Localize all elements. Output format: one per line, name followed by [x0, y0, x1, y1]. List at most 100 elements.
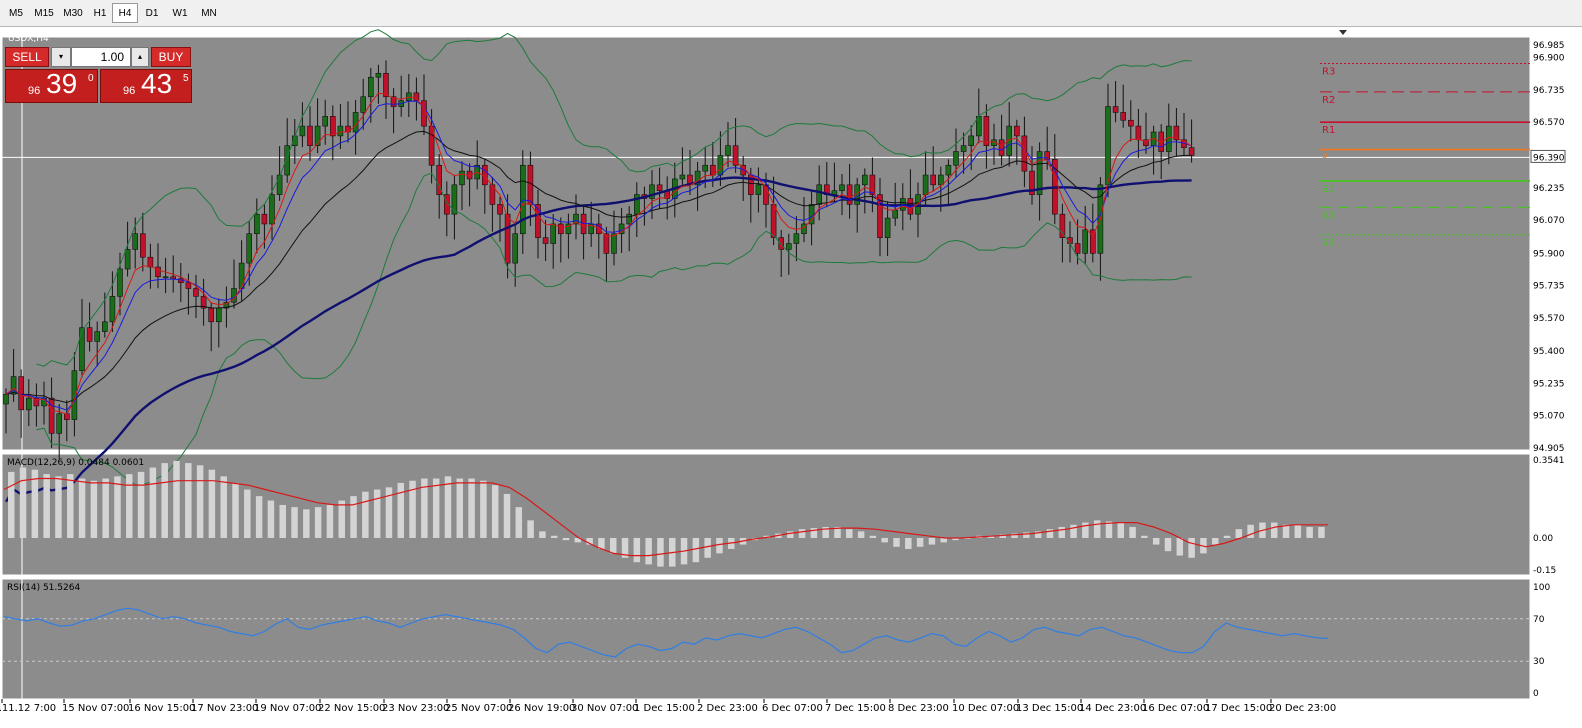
macd-histogram-bar [291, 507, 298, 538]
macd-histogram-bar [326, 504, 334, 538]
x-axis-time-label: 30 Nov 07:00 [571, 703, 638, 714]
bearish-candle [778, 237, 785, 250]
bullish-candle [299, 125, 306, 137]
bearish-candle [261, 213, 268, 225]
macd-histogram-bar [1129, 526, 1136, 538]
price-tick-label: 95.400 [1533, 347, 1565, 357]
bullish-candle [375, 72, 382, 78]
macd-histogram-bar [503, 493, 511, 538]
bullish-candle [725, 145, 731, 156]
timeframe-mn-button[interactable]: MN [194, 3, 224, 23]
macd-histogram-bar [267, 500, 275, 538]
x-axis-time-label: 2 Dec 23:00 [697, 703, 758, 714]
macd-histogram-bar [208, 469, 216, 538]
sell-price-button[interactable]: 96 39 0 [5, 68, 98, 103]
macd-histogram-bar [161, 463, 168, 538]
bullish-candle [626, 213, 633, 225]
timeframe-m15-button[interactable]: M15 [30, 3, 58, 23]
price-chart-svg[interactable]: 96.985 96.900 96.735 96.570 96.390 96.235 96.0… [0, 27, 1582, 728]
bullish-candle [717, 155, 724, 176]
macd-histogram-bar [893, 537, 900, 547]
macd-histogram-bar [90, 480, 98, 538]
bullish-candle [25, 397, 32, 411]
bullish-candle [246, 233, 252, 264]
macd-histogram-bar [173, 460, 180, 538]
macd-tick-label: -0.15 [1533, 566, 1556, 576]
price-tick-label: 95.900 [1533, 249, 1565, 259]
macd-histogram-bar [1235, 529, 1243, 538]
sell-button[interactable]: SELL [5, 47, 49, 67]
macd-histogram-bar [67, 474, 74, 538]
bullish-candle [360, 96, 367, 113]
lot-increase-button[interactable]: ▴ [131, 47, 149, 67]
macd-histogram-bar [633, 537, 641, 563]
bearish-candle [329, 116, 336, 137]
bullish-candle [322, 116, 329, 127]
price-tick-label: 96.235 [1533, 184, 1565, 194]
chart-window[interactable]: 96.985 96.900 96.735 96.570 96.390 96.235 96.0… [0, 27, 1582, 728]
macd-histogram-bar [1318, 526, 1325, 538]
timeframe-m30-button[interactable]: M30 [58, 3, 88, 23]
price-tick-label: 96.900 [1533, 54, 1565, 64]
x-axis-time-label: 22 Nov 15:00 [318, 703, 385, 714]
macd-histogram-bar [539, 531, 546, 538]
pivot-label-s3: S3 [1322, 238, 1335, 249]
macd-histogram-bar [562, 537, 570, 541]
price-tick-label: 95.570 [1533, 314, 1565, 324]
bearish-candle [421, 100, 427, 127]
bullish-candle [960, 145, 967, 152]
macd-histogram-bar [1211, 537, 1219, 545]
macd-histogram-bar [43, 474, 50, 538]
macd-histogram-bar [314, 507, 322, 538]
macd-histogram-bar [645, 537, 652, 565]
macd-histogram-bar [928, 537, 936, 545]
buy-button[interactable]: BUY [151, 47, 191, 67]
macd-histogram-bar [1223, 535, 1231, 538]
macd-histogram-bar [704, 537, 711, 558]
bearish-candle [1059, 213, 1066, 238]
bearish-candle [930, 174, 937, 186]
macd-histogram-bar [220, 476, 227, 538]
macd-histogram-bar [114, 476, 121, 538]
x-axis-time-label: 10 Dec 07:00 [952, 703, 1019, 714]
bullish-candle [451, 184, 458, 215]
buy-price-button[interactable]: 96 43 5 [100, 68, 192, 103]
bullish-candle [884, 217, 891, 238]
bearish-candle [140, 233, 146, 258]
macd-histogram-bar [940, 537, 947, 543]
bearish-candle [185, 282, 192, 289]
macd-histogram-bar [279, 504, 286, 538]
macd-histogram-bar [692, 537, 700, 563]
bullish-candle [679, 174, 686, 180]
bullish-candle [109, 296, 116, 323]
macd-histogram-bar [798, 529, 806, 538]
x-axis-time-label: 16 Nov 15:00 [128, 703, 195, 714]
bullish-candle [124, 249, 131, 270]
timeframe-h1-button[interactable]: H1 [88, 3, 112, 23]
macd-histogram-bar [55, 476, 62, 538]
price-tick-label: 96.985 [1533, 41, 1565, 51]
x-axis-time-label: 8 Dec 23:00 [888, 703, 949, 714]
macd-histogram-bar [846, 529, 853, 538]
timeframe-m5-button[interactable]: M5 [2, 3, 30, 23]
x-axis-time-label: 23 Nov 23:00 [382, 703, 449, 714]
bullish-candle [284, 145, 291, 176]
bearish-candle [557, 223, 564, 235]
timeframe-w1-button[interactable]: W1 [166, 3, 194, 23]
price-panel-background [1, 36, 1531, 451]
lot-decrease-button[interactable]: ▾ [51, 47, 71, 67]
bullish-candle [892, 209, 899, 219]
macd-histogram-bar [609, 537, 617, 554]
macd-tick-label: 0.3541 [1533, 456, 1565, 466]
macd-histogram-bar [1247, 524, 1254, 538]
current-price-tick-label: 96.390 [1533, 153, 1565, 163]
timeframe-d1-button[interactable]: D1 [138, 3, 166, 23]
macd-histogram-bar [550, 535, 558, 538]
lot-size-input[interactable]: 1.00 [71, 47, 131, 67]
symbol-timeframe-label: USDX,H4 [8, 34, 49, 44]
bullish-candle [216, 307, 222, 323]
macd-histogram-bar [1306, 526, 1313, 538]
bullish-candle [968, 135, 975, 146]
macd-histogram-bar [196, 465, 204, 538]
timeframe-h4-button[interactable]: H4 [112, 3, 138, 23]
